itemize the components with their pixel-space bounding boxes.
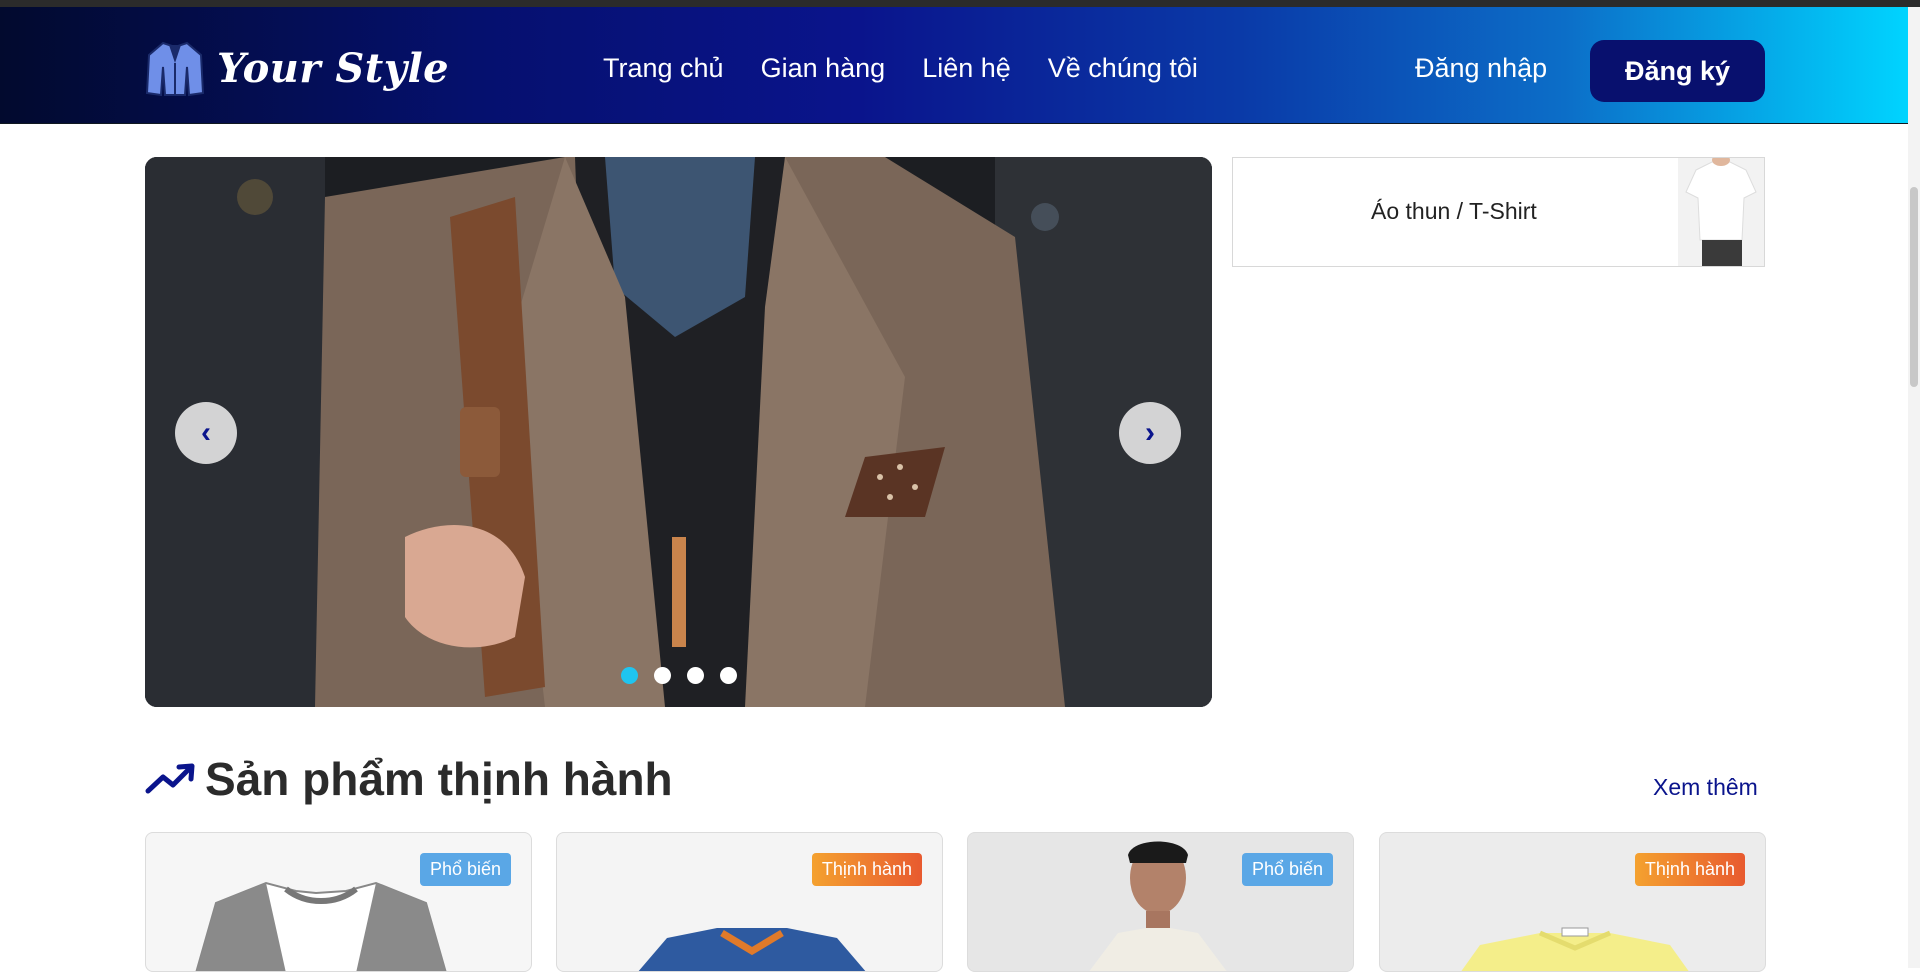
see-more-link[interactable]: Xem thêm — [1653, 774, 1758, 801]
site-header: Your Style Trang chủ Gian hàng Liên hệ V… — [0, 7, 1908, 123]
category-label: Áo thun / T-Shirt — [1371, 198, 1537, 224]
section-heading: Sản phẩm thịnh hành — [205, 753, 673, 805]
scrollbar-thumb[interactable] — [1910, 187, 1918, 387]
trending-section-title: Sản phẩm thịnh hành — [145, 752, 673, 806]
nav-home[interactable]: Trang chủ — [603, 53, 724, 84]
jacket-icon — [145, 41, 205, 97]
signup-button[interactable]: Đăng ký — [1590, 40, 1765, 102]
trending-badge: Thịnh hành — [811, 853, 922, 886]
trending-badge: Thịnh hành — [1634, 853, 1745, 886]
carousel-indicators — [621, 667, 737, 684]
main-nav: Trang chủ Gian hàng Liên hệ Về chúng tôi — [603, 53, 1198, 84]
nav-contact[interactable]: Liên hệ — [922, 53, 1011, 84]
carousel-dot[interactable] — [720, 667, 737, 684]
carousel-next-button[interactable]: › — [1119, 402, 1181, 464]
product-card[interactable]: Phổ biến — [967, 832, 1354, 972]
carousel-dot[interactable] — [621, 667, 638, 684]
carousel-prev-button[interactable]: ‹ — [175, 402, 237, 464]
nav-shop[interactable]: Gian hàng — [761, 53, 886, 84]
carousel-dot[interactable] — [687, 667, 704, 684]
popular-badge: Phổ biến — [419, 853, 511, 886]
page-scrollbar[interactable] — [1908, 7, 1920, 968]
category-card[interactable]: Áo thun / T-Shirt — [1232, 154, 1765, 267]
product-card[interactable]: Phổ biến — [145, 832, 532, 972]
nav-about[interactable]: Về chúng tôi — [1048, 53, 1198, 84]
login-link[interactable]: Đăng nhập — [1415, 53, 1547, 84]
hero-carousel[interactable]: ‹ › — [145, 157, 1212, 707]
brand-name: Your Style — [217, 44, 450, 92]
trending-up-icon — [145, 763, 195, 794]
browser-top-strip — [0, 0, 1920, 7]
brand-logo[interactable]: Your Style — [145, 37, 449, 99]
popular-badge: Phổ biến — [1241, 853, 1333, 886]
product-card[interactable]: Thịnh hành — [556, 832, 943, 972]
carousel-dot[interactable] — [654, 667, 671, 684]
product-card[interactable]: Thịnh hành — [1379, 832, 1766, 972]
hero-image — [145, 157, 1212, 707]
tshirt-thumbnail — [1678, 154, 1764, 266]
